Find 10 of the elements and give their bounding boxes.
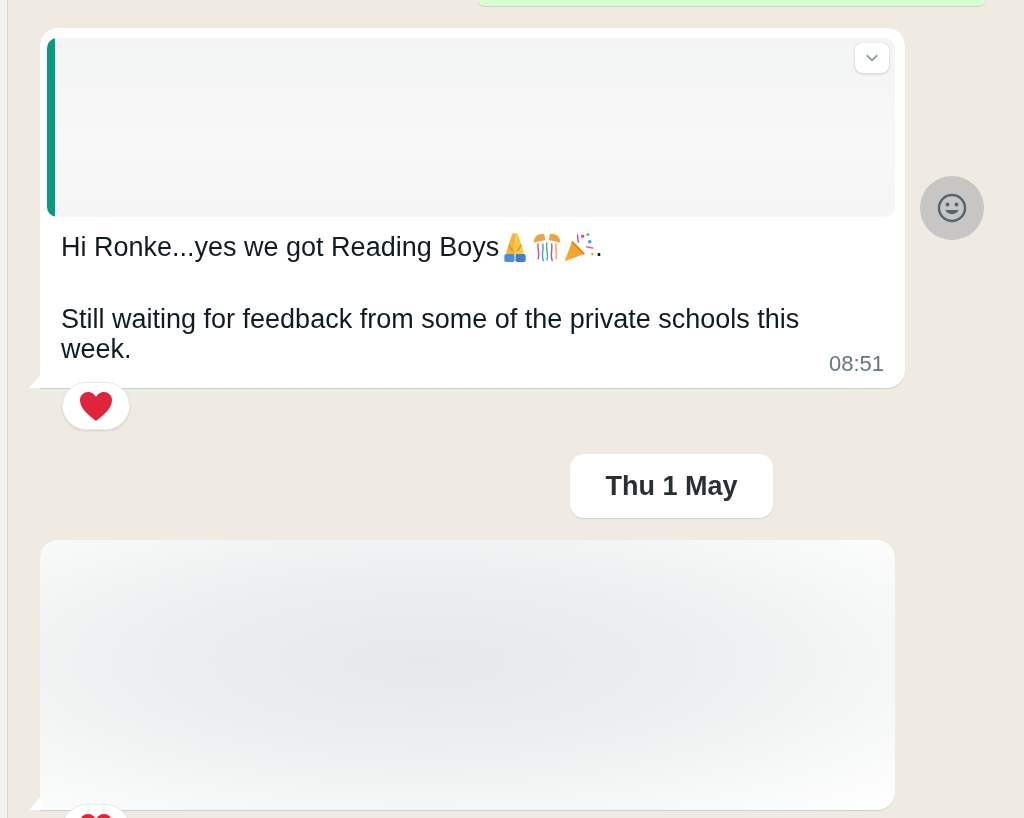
message-text: Still waiting for feedback from some of the private schools this week. (61, 304, 801, 364)
message-time: 08:51 (828, 352, 884, 376)
reaction-pill[interactable] (62, 382, 130, 430)
message-text: . (595, 232, 603, 262)
chevron-down-icon (865, 54, 879, 62)
message-text: Hi Ronke...yes we got Reading Boys (61, 232, 500, 262)
party-popper-icon (563, 231, 596, 263)
smiley-icon (937, 193, 967, 223)
date-separator: Thu 1 May (570, 454, 773, 518)
heart-icon (80, 391, 112, 421)
